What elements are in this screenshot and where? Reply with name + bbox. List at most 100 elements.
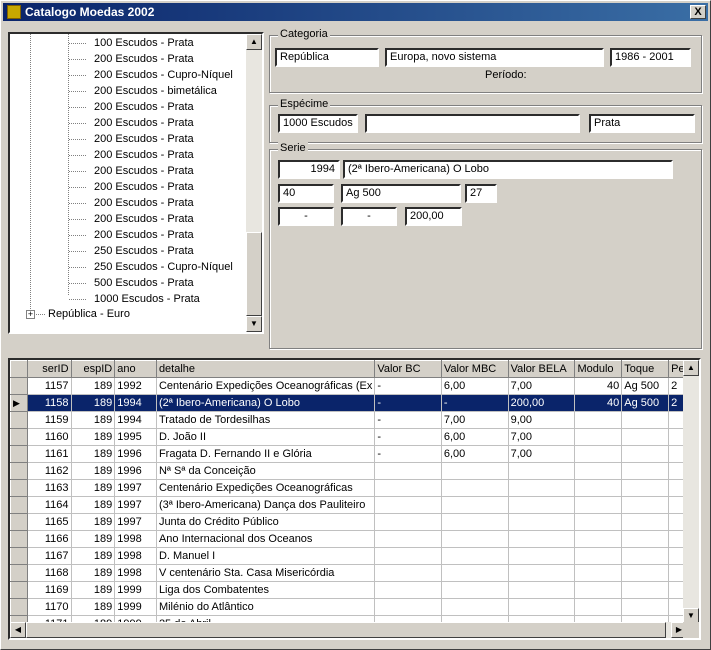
- tree-item[interactable]: 200 Escudos - Prata: [94, 51, 194, 67]
- tree-item[interactable]: 250 Escudos - Cupro-Níquel: [94, 259, 233, 275]
- table-cell[interactable]: 189: [71, 462, 116, 480]
- row-indicator[interactable]: [10, 479, 28, 497]
- table-cell[interactable]: 6,00: [441, 428, 509, 446]
- tree-item[interactable]: 200 Escudos - Prata: [94, 211, 194, 227]
- table-cell[interactable]: 189: [71, 547, 116, 565]
- table-cell[interactable]: 7,00: [508, 428, 576, 446]
- column-header[interactable]: Modulo: [574, 360, 623, 378]
- table-cell[interactable]: 1997: [114, 479, 157, 497]
- table-cell[interactable]: 1167: [27, 547, 72, 565]
- tree-item[interactable]: 200 Escudos - Cupro-Níquel: [94, 67, 233, 83]
- title-bar[interactable]: Catalogo Moedas 2002 X: [3, 3, 708, 21]
- serie-detalhe-field[interactable]: (2ª Ibero-Americana) O Lobo: [343, 160, 673, 179]
- table-row[interactable]: 1169 189 1999 Liga dos Combatentes: [10, 581, 699, 599]
- scroll-up-icon[interactable]: ▲: [246, 34, 262, 50]
- tree-item[interactable]: 200 Escudos - bimetálica: [94, 83, 217, 99]
- table-cell[interactable]: -: [441, 394, 509, 412]
- table-cell[interactable]: 1997: [114, 513, 157, 531]
- table-cell[interactable]: 1158: [27, 394, 72, 412]
- table-cell[interactable]: 189: [71, 581, 116, 599]
- table-cell[interactable]: Liga dos Combatentes: [156, 581, 376, 599]
- table-row[interactable]: 1164 189 1997 (3ª Ibero-Americana) Dança do…: [10, 496, 699, 514]
- table-cell[interactable]: [621, 564, 670, 582]
- table-cell[interactable]: Ano Internacional dos Oceanos: [156, 530, 376, 548]
- regime-field[interactable]: República: [275, 48, 379, 67]
- tree-item[interactable]: 500 Escudos - Prata: [94, 275, 194, 291]
- table-cell[interactable]: 1998: [114, 564, 157, 582]
- row-indicator[interactable]: [10, 547, 28, 565]
- coin-tree[interactable]: 100 Escudos - Prata 200 Escudos - Prata 20…: [8, 32, 264, 334]
- table-cell[interactable]: 1997: [114, 496, 157, 514]
- table-cell[interactable]: 1159: [27, 411, 72, 429]
- table-cell[interactable]: [441, 479, 509, 497]
- tree-item[interactable]: 250 Escudos - Prata: [94, 243, 194, 259]
- table-cell[interactable]: [574, 428, 623, 446]
- close-button[interactable]: X: [690, 5, 706, 19]
- especime-metal-field[interactable]: Prata: [589, 114, 695, 133]
- table-cell[interactable]: [441, 513, 509, 531]
- table-cell[interactable]: [441, 496, 509, 514]
- table-row[interactable]: ▶ 1158 189 1994 (2ª Ibero-Americana) O Lobo -…: [10, 394, 699, 412]
- table-row[interactable]: 1160 189 1995 D. João II -6,00 7,00: [10, 428, 699, 446]
- table-cell[interactable]: 1996: [114, 445, 157, 463]
- table-cell[interactable]: 1992: [114, 377, 157, 395]
- table-cell[interactable]: 189: [71, 479, 116, 497]
- tree-item[interactable]: 200 Escudos - Prata: [94, 147, 194, 163]
- row-indicator[interactable]: [10, 496, 28, 514]
- table-cell[interactable]: [621, 411, 670, 429]
- serie-valor-bc-field[interactable]: -: [278, 207, 334, 226]
- table-cell[interactable]: 189: [71, 411, 116, 429]
- row-indicator[interactable]: [10, 598, 28, 616]
- table-cell[interactable]: [574, 564, 623, 582]
- table-cell[interactable]: [508, 598, 576, 616]
- table-cell[interactable]: 7,00: [508, 377, 576, 395]
- table-cell[interactable]: [621, 428, 670, 446]
- grid-vscrollbar[interactable]: ▲ ▼: [683, 360, 699, 624]
- table-row[interactable]: 1157 189 1992 Centenário Expedições Oceanog…: [10, 377, 699, 395]
- table-cell[interactable]: 1161: [27, 445, 72, 463]
- table-cell[interactable]: 1162: [27, 462, 72, 480]
- tree-item[interactable]: 100 Escudos - Prata: [94, 35, 194, 51]
- serie-modulo-field[interactable]: 40: [278, 184, 334, 203]
- series-table[interactable]: serID espID ano detalhe Valor BC Valor MBC Val…: [10, 360, 699, 638]
- table-cell[interactable]: 1164: [27, 496, 72, 514]
- table-row[interactable]: 1163 189 1997 Centenário Expedições Oceanog…: [10, 479, 699, 497]
- column-header[interactable]: Valor BELA: [507, 360, 576, 378]
- table-cell[interactable]: 189: [71, 496, 116, 514]
- serie-valor-mbc-field[interactable]: -: [341, 207, 397, 226]
- table-cell[interactable]: [621, 496, 670, 514]
- tree-item[interactable]: 200 Escudos - Prata: [94, 179, 194, 195]
- table-cell[interactable]: 1996: [114, 462, 157, 480]
- table-cell[interactable]: [374, 462, 442, 480]
- table-cell[interactable]: 1994: [114, 411, 157, 429]
- table-cell[interactable]: 189: [71, 445, 116, 463]
- table-cell[interactable]: [621, 513, 670, 531]
- table-cell[interactable]: [374, 496, 442, 514]
- table-cell[interactable]: [508, 547, 576, 565]
- column-header[interactable]: espID: [70, 360, 116, 378]
- table-cell[interactable]: [621, 581, 670, 599]
- table-cell[interactable]: [374, 513, 442, 531]
- table-cell[interactable]: 189: [71, 530, 116, 548]
- table-cell[interactable]: 7,00: [508, 445, 576, 463]
- column-header[interactable]: serID: [26, 360, 72, 378]
- table-cell[interactable]: [574, 496, 623, 514]
- tree-item-republica-euro[interactable]: República - Euro: [48, 306, 130, 322]
- table-cell[interactable]: Ag 500: [621, 394, 670, 412]
- table-cell[interactable]: [574, 445, 623, 463]
- table-cell[interactable]: 189: [71, 377, 116, 395]
- table-row[interactable]: 1162 189 1996 Nª Sª da Conceição: [10, 462, 699, 480]
- table-cell[interactable]: 200,00: [508, 394, 576, 412]
- tree-item[interactable]: 200 Escudos - Prata: [94, 115, 194, 131]
- tree-item[interactable]: 200 Escudos - Prata: [94, 99, 194, 115]
- column-header[interactable]: Valor MBC: [440, 360, 509, 378]
- table-cell[interactable]: (3ª Ibero-Americana) Dança dos Pauliteir…: [156, 496, 376, 514]
- table-cell[interactable]: -: [374, 445, 442, 463]
- table-cell[interactable]: -: [374, 394, 442, 412]
- row-indicator[interactable]: [10, 581, 28, 599]
- table-cell[interactable]: 1995: [114, 428, 157, 446]
- table-cell[interactable]: 1994: [114, 394, 157, 412]
- sistema-field[interactable]: Europa, novo sistema: [385, 48, 604, 67]
- row-indicator[interactable]: [10, 428, 28, 446]
- table-cell[interactable]: 189: [71, 513, 116, 531]
